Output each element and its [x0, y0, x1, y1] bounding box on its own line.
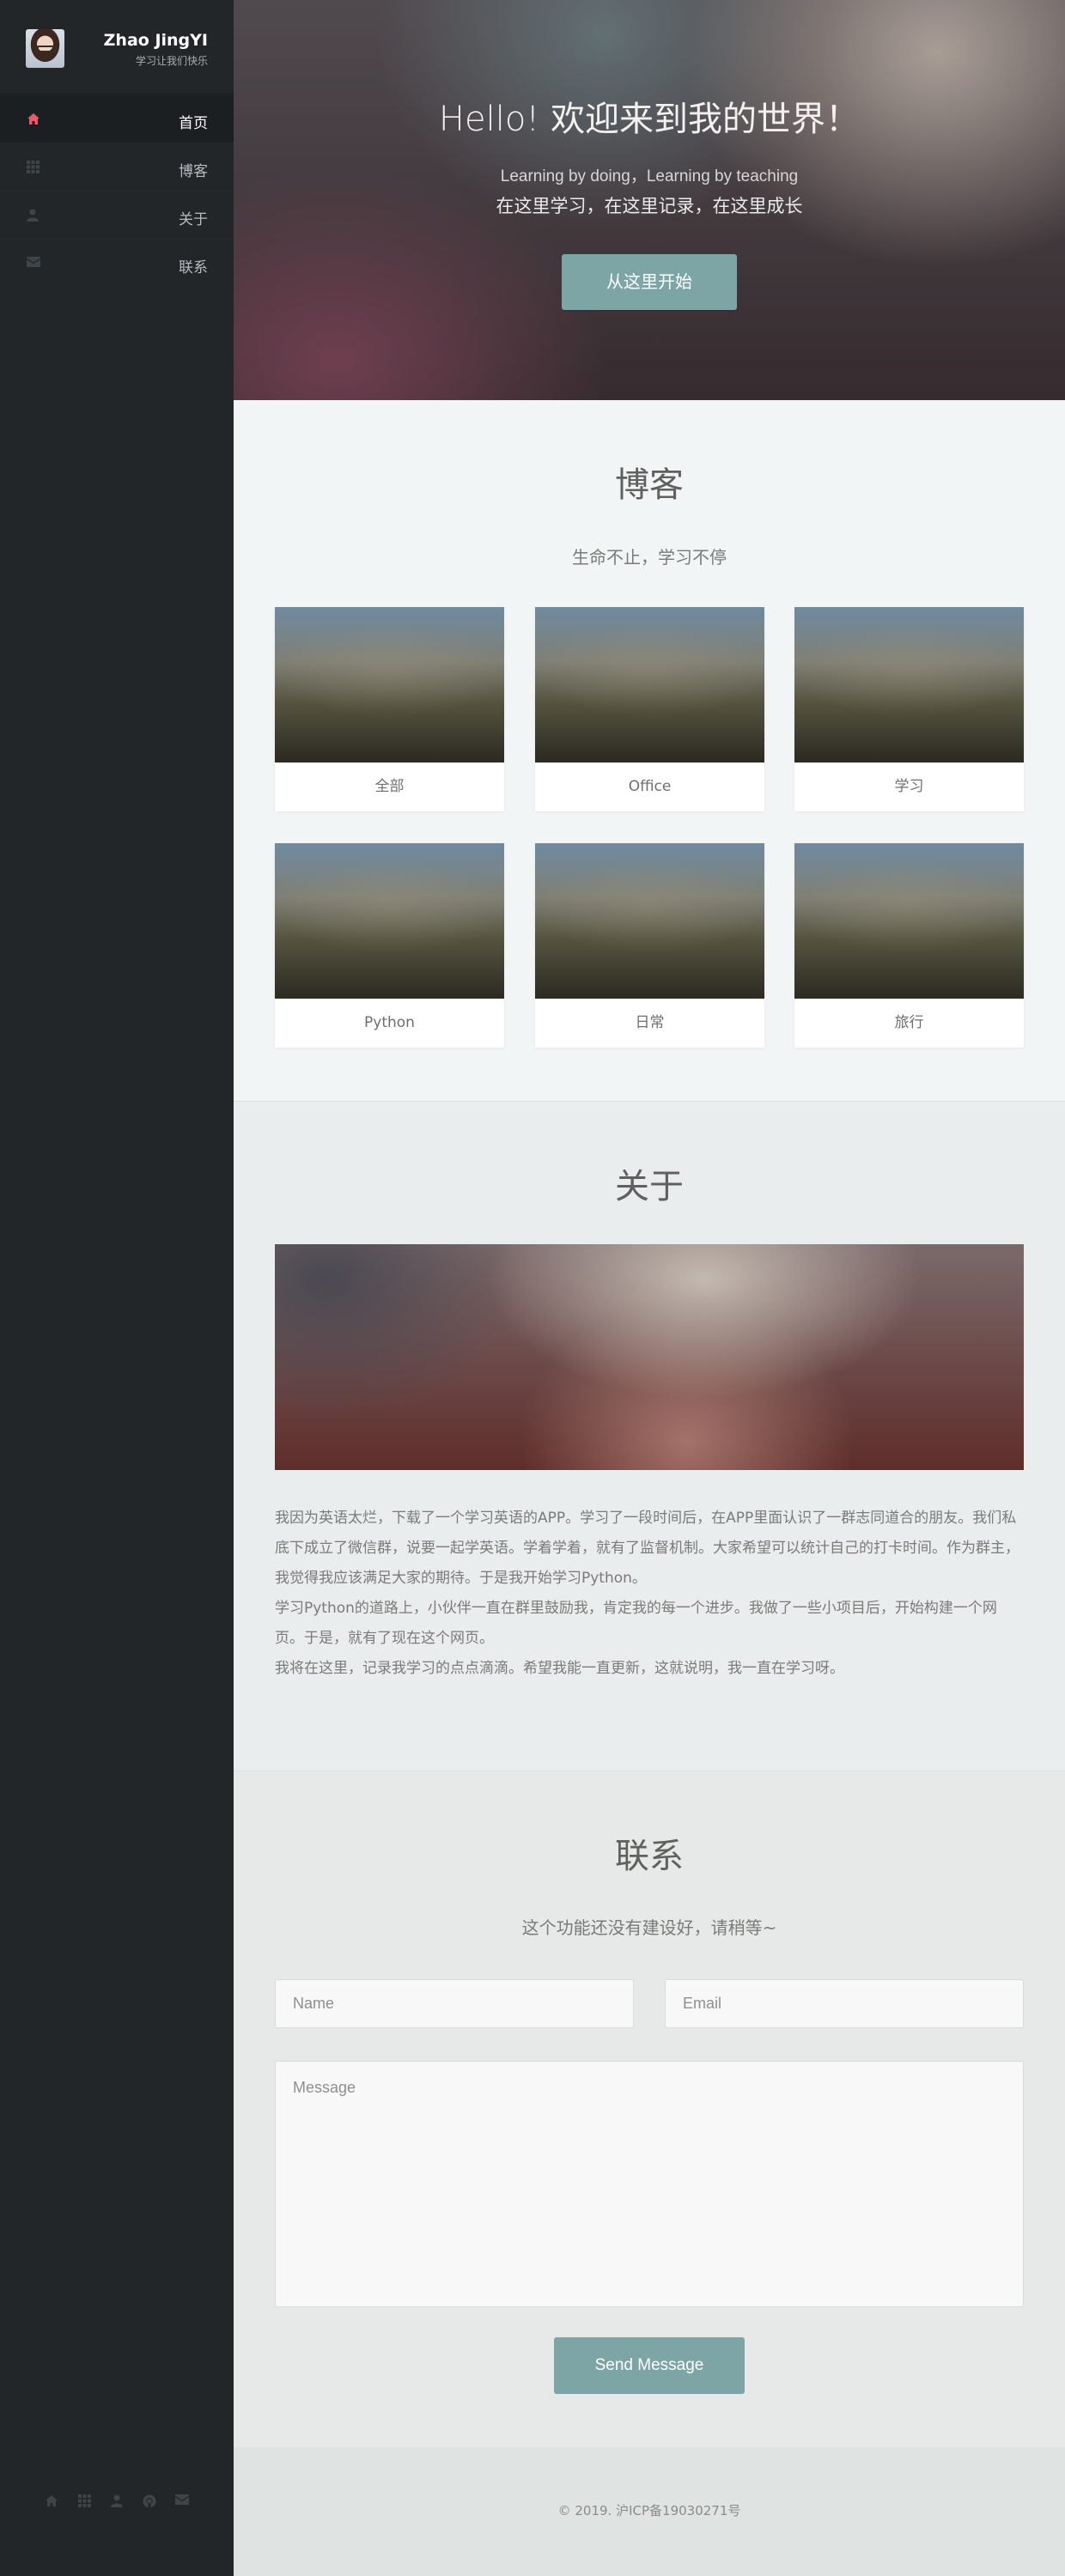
- sidebar-item-label: 联系: [179, 259, 208, 276]
- card-label: 日常: [635, 1014, 665, 1031]
- hero-title-prefix: Hello!: [438, 100, 540, 139]
- about-paragraph: 学习Python的道路上，小伙伴一直在群里鼓励我，肯定我的每一个进步。我做了一些…: [275, 1600, 997, 1647]
- hero-subtitle-en: Learning by doing，Learning by teaching: [500, 167, 799, 185]
- blog-card[interactable]: Python: [275, 843, 504, 1048]
- message-textarea[interactable]: [275, 2061, 1024, 2307]
- grid-icon: [27, 161, 42, 174]
- blog-title: 博客: [615, 465, 684, 505]
- card-image: [794, 607, 1024, 762]
- card-image: [275, 843, 504, 999]
- send-message-button[interactable]: Send Message: [554, 2337, 745, 2394]
- contact-title: 联系: [615, 1837, 684, 1876]
- card-label: Office: [628, 778, 672, 795]
- envelope-icon: [27, 257, 42, 270]
- hero-banner: Hello! 欢迎来到我的世界！ Learning by doing，Learn…: [234, 0, 1065, 400]
- user-icon: [27, 209, 42, 222]
- home-icon: [27, 112, 42, 126]
- sidebar-item-home[interactable]: 首页: [0, 94, 234, 143]
- sidebar: Zhao JingYI 学习让我们快乐 首页 博客 关于 联系: [0, 0, 234, 2576]
- blog-card[interactable]: 日常: [535, 843, 764, 1048]
- blog-card[interactable]: 学习: [794, 607, 1024, 811]
- sidebar-item-label: 关于: [179, 211, 208, 228]
- profile-tagline: 学习让我们快乐: [135, 55, 208, 67]
- contact-section: 联系 这个功能还没有建设好，请稍等~ Send Message: [234, 1771, 1065, 2447]
- card-image: [275, 607, 504, 762]
- start-button[interactable]: 从这里开始: [562, 254, 737, 310]
- about-section: 关于 我因为英语太烂，下载了一个学习英语的APP。学习了一段时间后，在APP里面…: [234, 1101, 1065, 1771]
- profile-name: Zhao JingYI: [103, 31, 208, 50]
- sidebar-item-contact[interactable]: 联系: [0, 239, 234, 287]
- card-image: [535, 843, 764, 999]
- name-input[interactable]: [275, 1979, 634, 2028]
- card-image: [535, 607, 764, 762]
- user-icon[interactable]: [110, 2494, 124, 2508]
- blog-section: 博客 生命不止，学习不停 全部 Office 学习 Python 日常 旅行: [234, 400, 1065, 1101]
- footer-copyright: © 2019. 沪ICP备19030271号: [557, 2503, 741, 2518]
- avatar: [26, 29, 64, 68]
- github-icon[interactable]: [143, 2494, 156, 2508]
- about-paragraph: 我因为英语太烂，下载了一个学习英语的APP。学习了一段时间后，在APP里面认识了…: [275, 1510, 1019, 1587]
- footer: © 2019. 沪ICP备19030271号: [234, 2447, 1065, 2576]
- home-icon[interactable]: [45, 2494, 58, 2508]
- card-label: 全部: [374, 778, 405, 795]
- card-image: [794, 843, 1024, 999]
- card-label: Python: [364, 1014, 415, 1031]
- blog-card[interactable]: Office: [535, 607, 764, 811]
- about-text: 我因为英语太烂，下载了一个学习英语的APP。学习了一段时间后，在APP里面认识了…: [275, 1504, 1024, 1684]
- blog-card[interactable]: 全部: [275, 607, 504, 811]
- about-title: 关于: [615, 1167, 684, 1206]
- about-image: [275, 1244, 1024, 1470]
- grid-icon[interactable]: [77, 2494, 91, 2508]
- sidebar-item-label: 首页: [179, 115, 208, 132]
- hero-subtitle-cn: 在这里学习，在这里记录，在这里成长: [496, 196, 803, 216]
- hero-title: Hello! 欢迎来到我的世界！: [234, 91, 1065, 141]
- card-label: 学习: [894, 778, 924, 795]
- sidebar-item-about[interactable]: 关于: [0, 191, 234, 239]
- sidebar-item-label: 博客: [179, 163, 208, 180]
- about-paragraph: 我将在这里，记录我学习的点点滴滴。希望我能一直更新，这就说明，我一直在学习呀。: [275, 1660, 844, 1677]
- profile-header: Zhao JingYI 学习让我们快乐: [0, 0, 234, 94]
- blog-card[interactable]: 旅行: [794, 843, 1024, 1048]
- sidebar-item-blog[interactable]: 博客: [0, 143, 234, 191]
- card-label: 旅行: [894, 1014, 924, 1031]
- contact-subtitle: 这个功能还没有建设好，请稍等~: [521, 1917, 777, 1938]
- envelope-icon[interactable]: [175, 2494, 189, 2508]
- blog-subtitle: 生命不止，学习不停: [572, 547, 727, 568]
- main-content: Hello! 欢迎来到我的世界！ Learning by doing，Learn…: [234, 0, 1065, 2576]
- email-input[interactable]: [665, 1979, 1024, 2028]
- hero-title-main: 欢迎来到我的世界！: [551, 100, 861, 139]
- social-links: [0, 2494, 234, 2508]
